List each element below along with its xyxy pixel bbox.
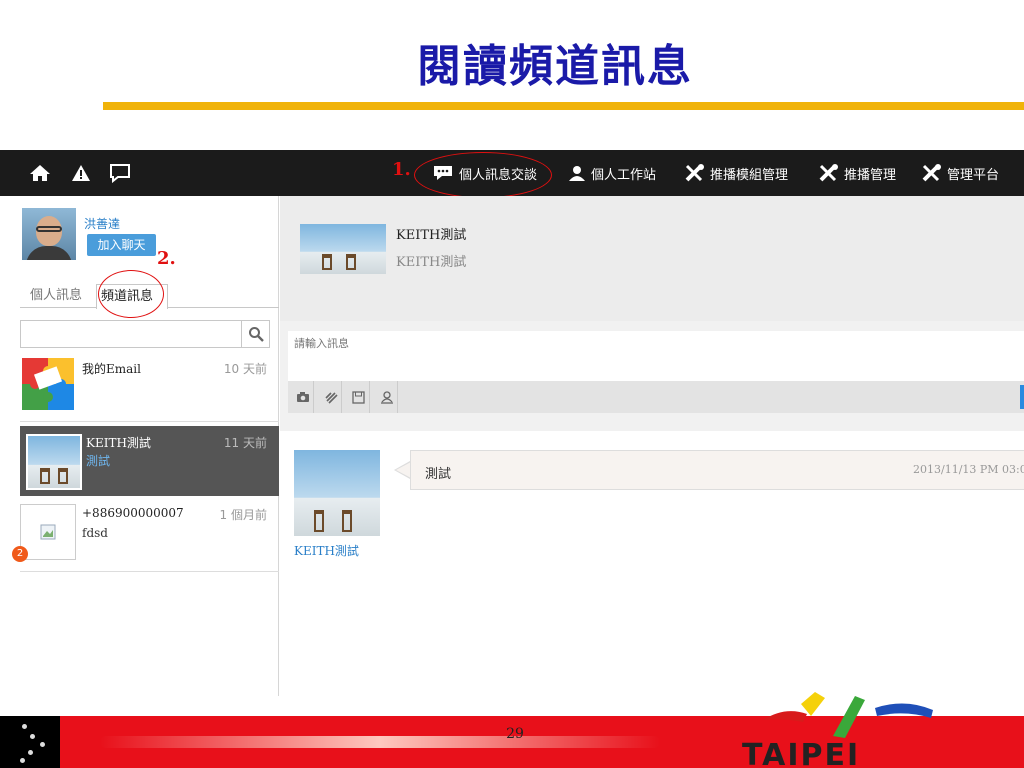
chat-icon[interactable] <box>106 150 134 196</box>
nav-push-module-admin-label: 推播模組管理 <box>710 167 789 183</box>
channel-thumbnail <box>26 434 82 490</box>
message-input[interactable] <box>288 331 1024 381</box>
alert-icon[interactable] <box>68 150 94 196</box>
conversation-preview: fdsd <box>82 526 108 540</box>
left-panel: 洪善達 加入聊天 2. 個人訊息 頻道訊息 我的Email 10 天前 KEIT… <box>0 196 279 696</box>
attach-icon[interactable] <box>320 381 342 413</box>
tools-icon <box>922 164 941 182</box>
search-button[interactable] <box>241 321 269 347</box>
nav-push-module-admin[interactable]: 推播模組管理 <box>685 150 788 196</box>
conversation-item[interactable]: 2 +886900000007 1 個月前 fdsd <box>12 500 279 572</box>
composer-toolbar <box>288 381 1024 413</box>
search-input[interactable] <box>21 321 241 347</box>
nav-push-admin[interactable]: 推播管理 <box>819 150 896 196</box>
save-icon[interactable] <box>348 381 370 413</box>
conversation-preview: 測試 <box>86 454 111 468</box>
annotation-step-1: 1. <box>392 159 411 180</box>
unread-badge: 2 <box>12 546 28 562</box>
taipei-logo-text: TAIPEI <box>742 738 861 768</box>
conversation-item[interactable]: 我的Email 10 天前 <box>20 356 279 422</box>
message-time: 2013/11/13 PM 03:02 <box>913 463 1024 476</box>
channel-thumbnail <box>300 224 386 274</box>
tab-personal-messages[interactable]: 個人訊息 <box>30 284 82 308</box>
broken-image-icon <box>20 504 76 560</box>
page-number: 29 <box>506 726 524 742</box>
search-icon <box>248 327 264 342</box>
conversation-time: 1 個月前 <box>219 508 267 522</box>
send-button[interactable] <box>1020 385 1024 409</box>
slide-title: 閱讀頻道訊息 <box>417 41 693 92</box>
nav-management-platform-label: 管理平台 <box>947 167 1000 183</box>
puzzle-icon <box>22 358 74 410</box>
nav-push-admin-label: 推播管理 <box>844 167 897 183</box>
tools-icon <box>685 164 704 182</box>
annotation-step-2: 2. <box>157 248 176 269</box>
channel-header: KEITH測試 KEITH測試 <box>280 196 1024 321</box>
taipei-logo-icon <box>763 692 933 738</box>
conversation-name: 我的Email <box>82 362 141 376</box>
avatar[interactable] <box>22 208 76 260</box>
contact-card-icon[interactable] <box>376 381 398 413</box>
title-divider <box>103 102 1024 110</box>
camera-icon[interactable] <box>292 381 314 413</box>
nav-personal-workstation[interactable]: 個人工作站 <box>568 150 656 196</box>
nav-management-platform[interactable]: 管理平台 <box>922 150 999 196</box>
home-icon[interactable] <box>26 150 54 196</box>
channel-title: KEITH測試 <box>396 228 467 243</box>
message-composer <box>280 321 1024 431</box>
conversation-item-selected[interactable]: KEITH測試 11 天前 測試 <box>20 426 279 496</box>
message-sender[interactable]: KEITH測試 <box>294 542 359 559</box>
user-name[interactable]: 洪善達 <box>84 215 120 232</box>
footer-glow-decoration <box>100 736 660 748</box>
sender-avatar[interactable] <box>294 450 380 536</box>
app-screenshot: 個人訊息交談 個人工作站 推播模組管理 推播管理 管理平台 1. 洪善達 加入聊… <box>0 150 1024 696</box>
message-text: 測試 <box>425 467 452 482</box>
tools-icon <box>819 164 838 182</box>
message-bubble: 測試 2013/11/13 PM 03:02 <box>410 450 1024 490</box>
nav-personal-workstation-label: 個人工作站 <box>591 167 657 183</box>
search-box <box>20 320 270 348</box>
channel-subtitle: KEITH測試 <box>396 255 467 270</box>
conversation-time: 10 天前 <box>223 362 267 376</box>
join-chat-button[interactable]: 加入聊天 <box>87 234 156 256</box>
conversation-name: +886900000007 <box>82 506 184 520</box>
annotation-circle-1 <box>414 152 552 198</box>
top-navbar: 個人訊息交談 個人工作站 推播模組管理 推播管理 管理平台 1. <box>0 150 1024 198</box>
annotation-circle-2 <box>98 270 164 318</box>
conversation-time: 11 天前 <box>223 436 267 450</box>
footer-dots-decoration <box>0 716 60 768</box>
conversation-name: KEITH測試 <box>86 436 151 450</box>
user-icon <box>569 166 585 181</box>
